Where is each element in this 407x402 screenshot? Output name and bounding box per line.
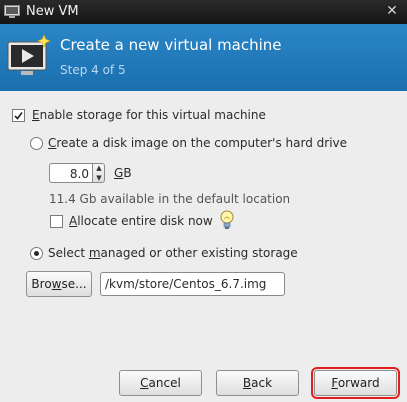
decrement-icon[interactable]: ▼ [95,174,103,183]
back-button[interactable]: Back [216,370,299,396]
forward-button[interactable]: Forward [311,367,400,399]
spinner-arrows[interactable]: ▲ ▼ [93,163,105,183]
cancel-button[interactable]: Cancel [119,370,202,396]
disk-size-input[interactable]: 8.0 [49,163,93,183]
lightbulb-icon [220,210,234,229]
increment-icon[interactable]: ▲ [95,164,103,173]
allocate-disk-label[interactable]: Allocate entire disk now [69,214,213,228]
existing-storage-radio[interactable] [30,247,43,260]
vm-window-icon [4,5,20,18]
storage-path-input[interactable]: /kvm/store/Centos_6.7.img [100,272,285,296]
window-title: New VM [26,4,79,19]
size-unit-label: GB [114,166,132,180]
allocate-disk-checkbox[interactable] [50,215,63,228]
close-icon[interactable]: ✕ [383,2,401,20]
wizard-step: Step 4 of 5 [60,63,126,77]
available-space-text: 11.4 Gb available in the default locatio… [49,192,291,206]
title-bar: New VM ✕ [0,0,407,24]
browse-button[interactable]: Browse... [26,271,92,297]
radio-selected-dot [34,251,39,256]
wizard-header: Create a new virtual machine Step 4 of 5 [0,24,407,91]
create-disk-label[interactable]: Create a disk image on the computer's ha… [48,136,347,150]
existing-storage-label[interactable]: Select managed or other existing storage [48,246,298,260]
enable-storage-checkbox[interactable] [12,109,25,122]
wizard-title: Create a new virtual machine [60,36,282,54]
create-disk-radio[interactable] [30,137,43,150]
disk-size-spinner[interactable]: 8.0 ▲ ▼ [49,163,106,185]
new-vm-monitor-icon [7,34,51,75]
enable-storage-label[interactable]: Enable storage for this virtual machine [32,108,266,122]
